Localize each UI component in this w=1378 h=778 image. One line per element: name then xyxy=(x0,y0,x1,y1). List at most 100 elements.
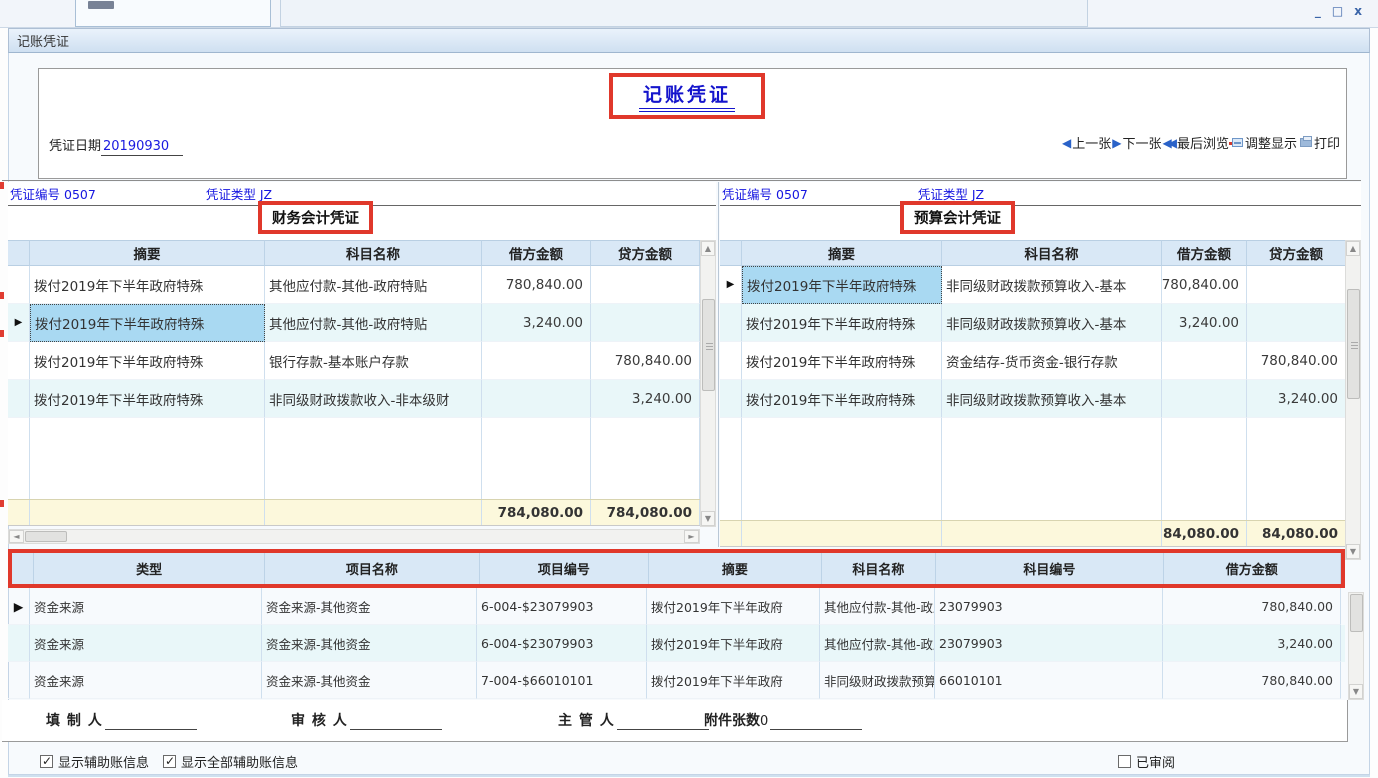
summary-cell[interactable]: 拨付2019年下半年政府 xyxy=(647,588,820,625)
account-cell[interactable]: 非同级财政拨款预算收入-基本 xyxy=(942,266,1162,304)
column-header[interactable]: 类型 xyxy=(34,553,265,584)
account-cell[interactable]: 非同级财政拨款预算收入-基本 xyxy=(942,380,1162,418)
checkbox-unchecked-icon[interactable] xyxy=(1118,755,1131,768)
table-row[interactable]: 拨付2019年下半年政府特殊 其他应付款-其他-政府特贴 780,840.00 xyxy=(8,266,716,304)
credit-cell[interactable] xyxy=(591,266,700,304)
credit-cell[interactable] xyxy=(591,304,700,342)
scroll-right-icon[interactable]: ► xyxy=(684,530,699,543)
assist-row[interactable]: 资金来源 资金来源-其他资金 7-004-$66010101 拨付2019年下半… xyxy=(8,662,1345,699)
top-tab[interactable] xyxy=(280,0,1088,27)
account-cell[interactable]: 非同级财政拨款预算收入-基本 xyxy=(942,304,1162,342)
scroll-up-icon[interactable]: ▲ xyxy=(1346,241,1360,256)
close-icon[interactable]: x xyxy=(1354,4,1364,18)
account-cell[interactable]: 其他应付款-其他-政府特贴 xyxy=(265,266,482,304)
print-button[interactable]: 打印 xyxy=(1297,133,1340,152)
show-assist-option[interactable]: 显示辅助账信息 xyxy=(40,752,149,771)
summary-cell[interactable]: 拨付2019年下半年政府特殊 xyxy=(30,342,265,380)
summary-cell[interactable]: 拨付2019年下半年政府特殊 xyxy=(742,342,942,380)
table-row[interactable]: 拨付2019年下半年政府特殊 资金结存-货币资金-银行存款 780,840.00 xyxy=(720,342,1361,380)
summary-cell[interactable]: 拨付2019年下半年政府 xyxy=(647,625,820,662)
assist-row[interactable]: ▶ 资金来源 资金来源-其他资金 6-004-$23079903 拨付2019年… xyxy=(8,588,1345,625)
account-cell[interactable]: 非同级财政拨款预算收 xyxy=(820,662,935,699)
project-cell[interactable]: 资金来源-其他资金 xyxy=(262,662,477,699)
account-cell[interactable]: 银行存款-基本账户存款 xyxy=(265,342,482,380)
debit-cell[interactable]: 3,240.00 xyxy=(1162,304,1247,342)
summary-cell-selected[interactable]: 拨付2019年下半年政府特殊 xyxy=(742,266,942,304)
assist-vscrollbar[interactable]: ▼ xyxy=(1348,592,1364,700)
debit-cell[interactable]: 3,240.00 xyxy=(1163,625,1341,662)
scroll-down-icon[interactable]: ▼ xyxy=(1346,544,1360,559)
credit-cell[interactable]: 780,840.00 xyxy=(591,342,700,380)
adjust-display-button[interactable]: 调整显示 xyxy=(1229,133,1297,152)
debit-cell[interactable]: 780,840.00 xyxy=(1163,662,1341,699)
scroll-up-icon[interactable]: ▲ xyxy=(701,241,715,256)
debit-cell[interactable]: 780,840.00 xyxy=(1163,588,1341,625)
credit-cell[interactable]: 780,840.00 xyxy=(1247,342,1346,380)
reviewed-option[interactable]: 已审阅 xyxy=(1118,752,1175,771)
next-voucher-button[interactable]: ▶下一张 xyxy=(1111,133,1161,152)
debit-cell[interactable]: 3,240.00 xyxy=(482,304,591,342)
assist-row[interactable]: 资金来源 资金来源-其他资金 6-004-$23079903 拨付2019年下半… xyxy=(8,625,1345,662)
table-row-selected[interactable]: ▶ 拨付2019年下半年政府特殊 其他应付款-其他-政府特贴 3,240.00 xyxy=(8,304,716,342)
project-no-cell[interactable]: 7-004-$66010101 xyxy=(477,662,647,699)
account-cell[interactable]: 非同级财政拨款收入-非本级财 xyxy=(265,380,482,418)
show-all-assist-option[interactable]: 显示全部辅助账信息 xyxy=(163,752,298,771)
column-header[interactable]: 贷方金额 xyxy=(1247,240,1346,266)
debit-cell[interactable]: 780,840.00 xyxy=(482,266,591,304)
table-row[interactable]: 拨付2019年下半年政府特殊 非同级财政拨款预算收入-基本 3,240.00 xyxy=(720,380,1361,418)
checkbox-checked-icon[interactable] xyxy=(40,755,53,768)
table-row[interactable]: 拨付2019年下半年政府特殊 非同级财政拨款预算收入-基本 3,240.00 xyxy=(720,304,1361,342)
type-cell[interactable]: 资金来源 xyxy=(30,588,262,625)
project-cell[interactable]: 资金来源-其他资金 xyxy=(262,588,477,625)
last-voucher-button[interactable]: ◀◀最后浏览 xyxy=(1161,133,1228,152)
debit-cell[interactable] xyxy=(1162,380,1247,418)
summary-cell[interactable]: 拨付2019年下半年政府特殊 xyxy=(30,266,265,304)
column-header[interactable]: 科目编号 xyxy=(936,553,1163,584)
debit-cell[interactable] xyxy=(482,380,591,418)
table-row-selected[interactable]: ▶ 拨付2019年下半年政府特殊 非同级财政拨款预算收入-基本 780,840.… xyxy=(720,266,1361,304)
voucher-date-input[interactable]: 20190930 xyxy=(101,139,183,156)
account-no-cell[interactable]: 23079903 xyxy=(935,588,1163,625)
supervisor-input[interactable] xyxy=(617,716,709,730)
column-header[interactable]: 摘要 xyxy=(30,240,265,266)
column-header[interactable]: 摘要 xyxy=(649,553,821,584)
column-header[interactable]: 摘要 xyxy=(742,240,942,266)
attachments-input[interactable] xyxy=(770,716,862,730)
checkbox-checked-icon[interactable] xyxy=(163,755,176,768)
column-header[interactable]: 项目名称 xyxy=(265,553,479,584)
debit-cell[interactable] xyxy=(1162,342,1247,380)
scrollbar-thumb[interactable] xyxy=(25,531,67,542)
account-cell[interactable]: 其他应付款-其他-政府特贴 xyxy=(265,304,482,342)
account-cell[interactable]: 其他应付款-其他-政府特 xyxy=(820,588,935,625)
preparer-input[interactable] xyxy=(105,716,197,730)
summary-cell[interactable]: 拨付2019年下半年政府特殊 xyxy=(742,380,942,418)
scroll-left-icon[interactable]: ◄ xyxy=(9,530,24,543)
account-no-cell[interactable]: 66010101 xyxy=(935,662,1163,699)
scrollbar-thumb[interactable] xyxy=(1350,594,1363,632)
column-header[interactable]: 借方金额 xyxy=(482,240,591,266)
reviewer-input[interactable] xyxy=(350,716,442,730)
prev-voucher-button[interactable]: ◀上一张 xyxy=(1061,133,1111,152)
column-header[interactable]: 贷方金额 xyxy=(591,240,700,266)
credit-cell[interactable]: 3,240.00 xyxy=(591,380,700,418)
type-cell[interactable]: 资金来源 xyxy=(30,662,262,699)
credit-cell[interactable] xyxy=(1247,266,1346,304)
summary-cell[interactable]: 拨付2019年下半年政府特殊 xyxy=(742,304,942,342)
credit-cell[interactable] xyxy=(1247,304,1346,342)
account-cell[interactable]: 资金结存-货币资金-银行存款 xyxy=(942,342,1162,380)
summary-cell-selected[interactable]: 拨付2019年下半年政府特殊 xyxy=(30,304,265,342)
account-no-cell[interactable]: 23079903 xyxy=(935,625,1163,662)
left-grid-vscrollbar[interactable]: ▲ ▼ xyxy=(700,240,716,527)
column-header[interactable]: 科目名称 xyxy=(265,240,482,266)
project-cell[interactable]: 资金来源-其他资金 xyxy=(262,625,477,662)
project-no-cell[interactable]: 6-004-$23079903 xyxy=(477,625,647,662)
maximize-icon[interactable]: □ xyxy=(1332,4,1345,18)
summary-cell[interactable]: 拨付2019年下半年政府 xyxy=(647,662,820,699)
scroll-down-icon[interactable]: ▼ xyxy=(1349,684,1363,699)
scrollbar-thumb[interactable] xyxy=(702,299,715,391)
column-header[interactable]: 借方金额 xyxy=(1162,240,1247,266)
table-row[interactable]: 拨付2019年下半年政府特殊 非同级财政拨款收入-非本级财 3,240.00 xyxy=(8,380,716,418)
summary-cell[interactable]: 拨付2019年下半年政府特殊 xyxy=(30,380,265,418)
column-header[interactable]: 项目编号 xyxy=(480,553,649,584)
minimize-icon[interactable]: _ xyxy=(1315,4,1323,18)
